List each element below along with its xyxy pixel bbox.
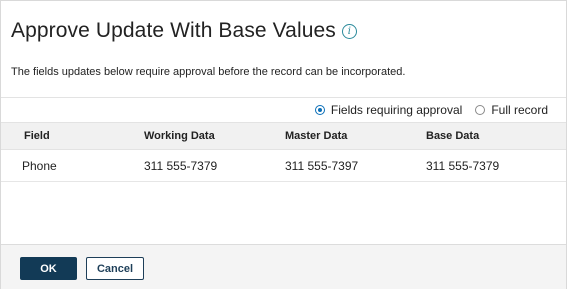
cell-field: Phone — [22, 158, 57, 173]
radio-fields-requiring-approval[interactable]: Fields requiring approval — [314, 103, 463, 117]
info-icon[interactable]: i — [341, 23, 357, 39]
column-header-master-data: Master Data — [285, 130, 348, 142]
column-header-working-data: Working Data — [144, 130, 215, 142]
title-row: Approve Update With Base Values i — [11, 16, 357, 46]
approve-update-dialog: Approve Update With Base Values i The fi… — [0, 0, 567, 289]
dialog-title: Approve Update With Base Values — [11, 19, 336, 42]
table-header: Field Working Data Master Data Base Data — [1, 122, 566, 150]
radio-full-record[interactable]: Full record — [475, 103, 548, 117]
radio-selected-icon[interactable] — [314, 105, 325, 115]
dialog-description: The fields updates below require approva… — [11, 66, 406, 78]
cell-working-data: 311 555-7379 — [144, 158, 218, 173]
divider — [1, 97, 566, 98]
cell-master-data: 311 555-7397 — [285, 158, 359, 173]
cancel-button[interactable]: Cancel — [86, 257, 144, 280]
column-header-base-data: Base Data — [426, 130, 480, 142]
radio-unselected-icon[interactable] — [475, 105, 486, 115]
approval-table: Field Working Data Master Data Base Data… — [1, 122, 566, 182]
table-row[interactable]: Phone 311 555-7379 311 555-7397 311 555-… — [1, 150, 566, 182]
dialog-footer: OK Cancel — [1, 244, 566, 289]
ok-button[interactable]: OK — [20, 257, 77, 280]
cell-base-data: 311 555-7379 — [426, 158, 500, 173]
radio-label: Full record — [491, 103, 548, 117]
radio-label: Fields requiring approval — [330, 103, 463, 117]
view-mode-radio-group: Fields requiring approval Full record — [302, 102, 548, 118]
column-header-field: Field — [24, 130, 50, 142]
